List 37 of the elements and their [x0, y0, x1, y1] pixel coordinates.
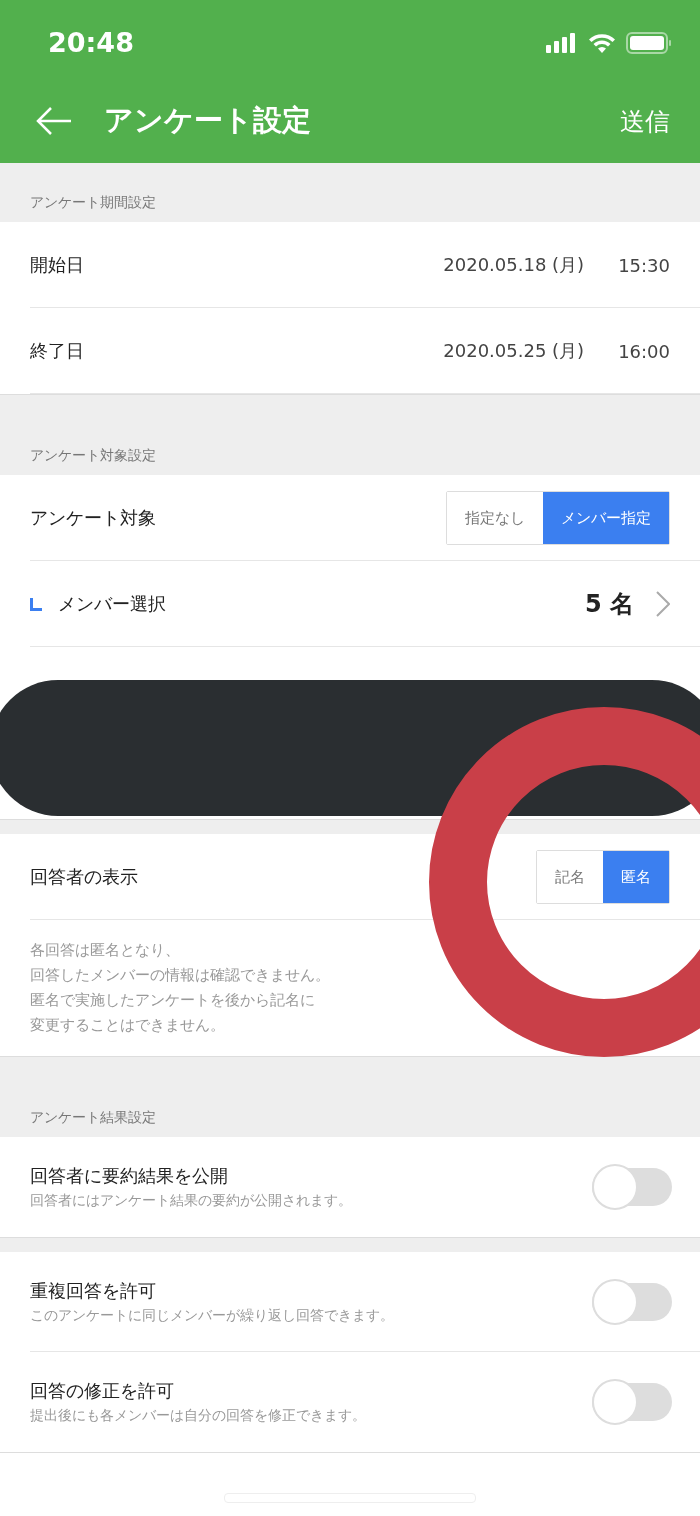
- status-time: 20:48: [48, 27, 134, 58]
- note-line: 回答したメンバーの情報は確認できません。: [30, 965, 330, 986]
- back-arrow-icon[interactable]: [36, 106, 72, 136]
- setting-description: 提出後にも各メンバーは自分の回答を修正できます。: [30, 1407, 367, 1425]
- segment-option[interactable]: 匿名: [603, 851, 669, 903]
- page-title: アンケート設定: [104, 102, 312, 139]
- toggle-switch[interactable]: [592, 1279, 672, 1325]
- row-label: 終了日: [30, 339, 85, 363]
- section-header: アンケート対象設定: [30, 447, 156, 465]
- corner-icon: [30, 597, 42, 611]
- setting-description: 回答者にはアンケート結果の要約が公開されます。: [30, 1192, 353, 1210]
- section-header: アンケート結果設定: [30, 1109, 156, 1127]
- toggle-switch[interactable]: [592, 1379, 672, 1425]
- chevron-right-icon[interactable]: [656, 591, 670, 617]
- note-line: 各回答は匿名となり、: [30, 940, 180, 961]
- battery-icon: [626, 31, 672, 54]
- toggle-switch[interactable]: [592, 1164, 672, 1210]
- setting-title: 回答の修正を許可: [30, 1379, 175, 1403]
- send-button[interactable]: 送信: [620, 104, 670, 138]
- setting-title: 重複回答を許可: [30, 1279, 157, 1303]
- note-line: 変更することはできません。: [30, 1015, 225, 1036]
- date-value[interactable]: 2020.05.25 (月): [443, 339, 585, 363]
- row-label: 回答者の表示: [30, 865, 139, 889]
- date-value[interactable]: 2020.05.18 (月): [443, 253, 585, 277]
- row-label: 開始日: [30, 253, 85, 277]
- wifi-icon: [588, 32, 616, 53]
- member-count: 5 名: [584, 589, 634, 620]
- time-value[interactable]: 15:30: [618, 254, 670, 276]
- row-label: メンバー選択: [58, 592, 167, 616]
- setting-description: このアンケートに同じメンバーが繰り返し回答できます。: [30, 1307, 395, 1325]
- signal-icon: [546, 32, 578, 53]
- setting-title: 回答者に要約結果を公開: [30, 1164, 229, 1188]
- note-line: 匿名で実施したアンケートを後から記名に: [30, 990, 315, 1011]
- segment-option[interactable]: メンバー指定: [543, 492, 669, 544]
- section-header: アンケート期間設定: [30, 194, 156, 212]
- time-value[interactable]: 16:00: [618, 340, 670, 362]
- row-label: アンケート対象: [30, 506, 157, 530]
